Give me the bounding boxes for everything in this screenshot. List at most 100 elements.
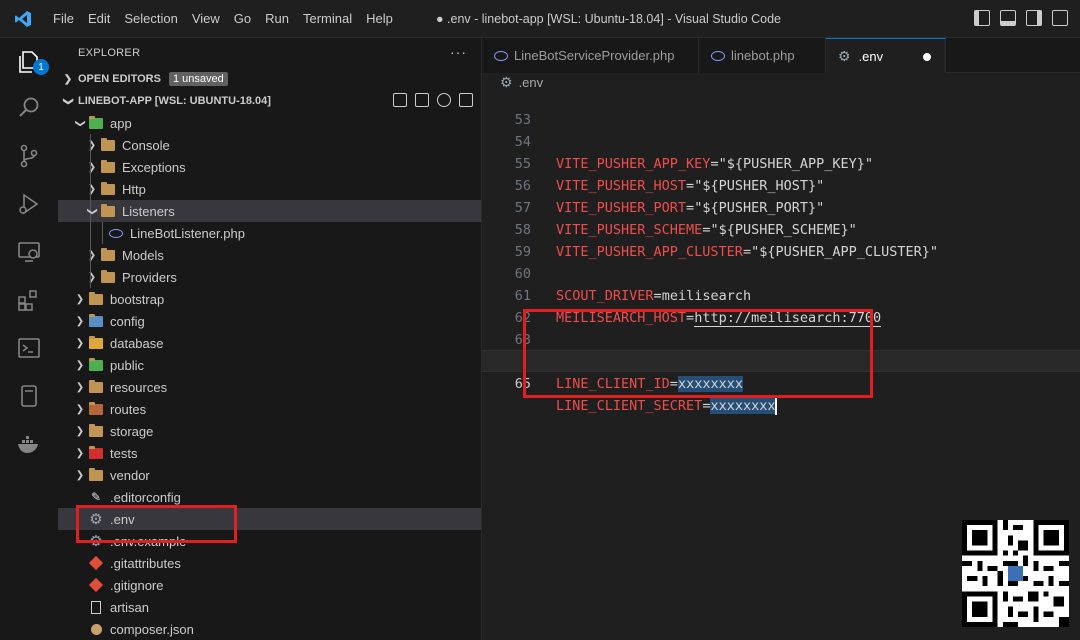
tree-label: public: [110, 357, 144, 373]
tree-label: composer.json: [110, 621, 194, 637]
menu-go[interactable]: Go: [227, 0, 258, 38]
tree-folder-listeners[interactable]: ❯ Listeners: [58, 200, 481, 222]
title-bar: File Edit Selection View Go Run Terminal…: [0, 0, 1080, 38]
tab-label: .env: [858, 48, 884, 64]
tree-folder-public[interactable]: ❯ public: [58, 354, 481, 376]
folder-icon: [100, 159, 116, 175]
public-folder-icon: [88, 357, 104, 373]
tree-folder-bootstrap[interactable]: ❯ bootstrap: [58, 288, 481, 310]
highlight-box-line-client: [523, 309, 873, 398]
tree-label: .gitattributes: [110, 555, 181, 571]
remote-explorer-icon[interactable]: [0, 228, 58, 276]
window-title: ● .env - linebot-app [WSL: Ubuntu-18.04]…: [436, 12, 782, 26]
toggle-secondary-sidebar-icon[interactable]: [1026, 10, 1042, 26]
env-key: LINE_CLIENT_SECRET: [556, 398, 703, 414]
more-actions-icon[interactable]: ···: [450, 44, 467, 60]
explorer-badge: 1: [33, 59, 49, 75]
unsaved-dot-icon[interactable]: [923, 53, 931, 61]
tree-folder-routes[interactable]: ❯ routes: [58, 398, 481, 420]
tree-file-artisan[interactable]: artisan: [58, 596, 481, 618]
tree-file-linebotlistener[interactable]: LineBotListener.php: [58, 222, 481, 244]
gear-icon: ⚙: [838, 47, 851, 64]
menu-help[interactable]: Help: [359, 0, 400, 38]
tree-folder-http[interactable]: ❯ Http: [58, 178, 481, 200]
terminal-icon[interactable]: [0, 324, 58, 372]
explorer-title: EXPLORER: [78, 47, 141, 59]
run-debug-icon[interactable]: [0, 180, 58, 228]
chevron-right-icon: ❯: [75, 359, 85, 371]
toggle-primary-sidebar-icon[interactable]: [974, 10, 990, 26]
activity-bar: 1: [0, 38, 58, 640]
open-editors-section[interactable]: ❯ OPEN EDITORS 1 unsaved: [58, 68, 481, 90]
file-icon: [88, 599, 104, 615]
menu-view[interactable]: View: [185, 0, 227, 38]
env-value-selected: xxxxxxxx: [710, 398, 776, 414]
chevron-right-icon: ❯: [63, 73, 73, 85]
tree-label: .gitignore: [110, 577, 164, 593]
docker-icon[interactable]: [0, 420, 58, 468]
chevron-right-icon: ❯: [87, 249, 97, 261]
tree-label: Models: [122, 247, 164, 263]
menu-run[interactable]: Run: [258, 0, 296, 38]
tree-folder-database[interactable]: ❯ database: [58, 332, 481, 354]
chevron-right-icon: ❯: [75, 447, 85, 459]
tree-folder-models[interactable]: ❯ Models: [58, 244, 481, 266]
vscode-logo-icon: [0, 0, 46, 38]
routes-folder-icon: [88, 401, 104, 417]
tree-file-gitignore[interactable]: .gitignore: [58, 574, 481, 596]
tree-file-gitattributes[interactable]: .gitattributes: [58, 552, 481, 574]
tree-label: Http: [122, 181, 146, 197]
tree-file-composer-json[interactable]: composer.json: [58, 618, 481, 640]
tree-label: resources: [110, 379, 168, 395]
composer-icon: [88, 621, 104, 637]
php-file-icon: [108, 225, 124, 241]
code-line: 53: [482, 87, 1080, 128]
source-control-icon[interactable]: [0, 132, 58, 180]
tab-linebot-php[interactable]: linebot.php: [699, 38, 826, 73]
new-folder-icon[interactable]: [415, 93, 429, 107]
code-line: 59: [482, 219, 1080, 260]
code-line: 56 VITE_PUSHER_PORT="${PUSHER_PORT}": [482, 153, 1080, 216]
explorer-icon[interactable]: 1: [0, 38, 58, 86]
tree-label: Exceptions: [122, 159, 186, 175]
menu-edit[interactable]: Edit: [81, 0, 117, 38]
tree-folder-resources[interactable]: ❯ resources: [58, 376, 481, 398]
folder-icon: [100, 181, 116, 197]
menu-file[interactable]: File: [46, 0, 81, 38]
code-line: 57 VITE_PUSHER_SCHEME="${PUSHER_SCHEME}": [482, 175, 1080, 238]
refresh-icon[interactable]: [437, 93, 451, 107]
tree-folder-storage[interactable]: ❯ storage: [58, 420, 481, 442]
tree-folder-tests[interactable]: ❯ tests: [58, 442, 481, 464]
collapse-all-icon[interactable]: [459, 93, 473, 107]
project-section[interactable]: ❯ LINEBOT-APP [WSL: UBUNTU-18.04]: [58, 90, 481, 112]
menu-selection[interactable]: Selection: [117, 0, 184, 38]
tree-label: config: [110, 313, 145, 329]
code-line: 62: [482, 285, 1080, 326]
extensions-icon[interactable]: [0, 276, 58, 324]
database-icon[interactable]: [0, 372, 58, 420]
new-file-icon[interactable]: [393, 93, 407, 107]
code-line: 54 VITE_PUSHER_APP_KEY="${PUSHER_APP_KEY…: [482, 109, 1080, 172]
chevron-right-icon: ❯: [87, 139, 97, 151]
tests-folder-icon: [88, 445, 104, 461]
code-line: 61 MEILISEARCH_HOST=http://meilisearch:7…: [482, 263, 1080, 327]
tab-env[interactable]: ⚙ .env: [826, 38, 946, 73]
tree-folder-exceptions[interactable]: ❯ Exceptions: [58, 156, 481, 178]
menu-terminal[interactable]: Terminal: [296, 0, 359, 38]
tree-folder-providers[interactable]: ❯ Providers: [58, 266, 481, 288]
chevron-right-icon: ❯: [75, 337, 85, 349]
chevron-right-icon: ❯: [75, 425, 85, 437]
file-tree: ❯ app ❯ Console ❯ Exceptions ❯ Http ❯ Li…: [58, 112, 481, 640]
tree-label: vendor: [110, 467, 150, 483]
tree-label: .editorconfig: [110, 489, 181, 505]
tree-folder-vendor[interactable]: ❯ vendor: [58, 464, 481, 486]
tab-linebotserviceprovider[interactable]: LineBotServiceProvider.php: [482, 38, 699, 73]
toggle-panel-icon[interactable]: [1000, 10, 1016, 26]
folder-icon: [100, 269, 116, 285]
customize-layout-icon[interactable]: [1052, 10, 1068, 26]
tree-folder-app[interactable]: ❯ app: [58, 112, 481, 134]
search-icon[interactable]: [0, 84, 58, 132]
tree-folder-config[interactable]: ❯ config: [58, 310, 481, 332]
indent-guide: [90, 266, 91, 288]
tree-folder-console[interactable]: ❯ Console: [58, 134, 481, 156]
